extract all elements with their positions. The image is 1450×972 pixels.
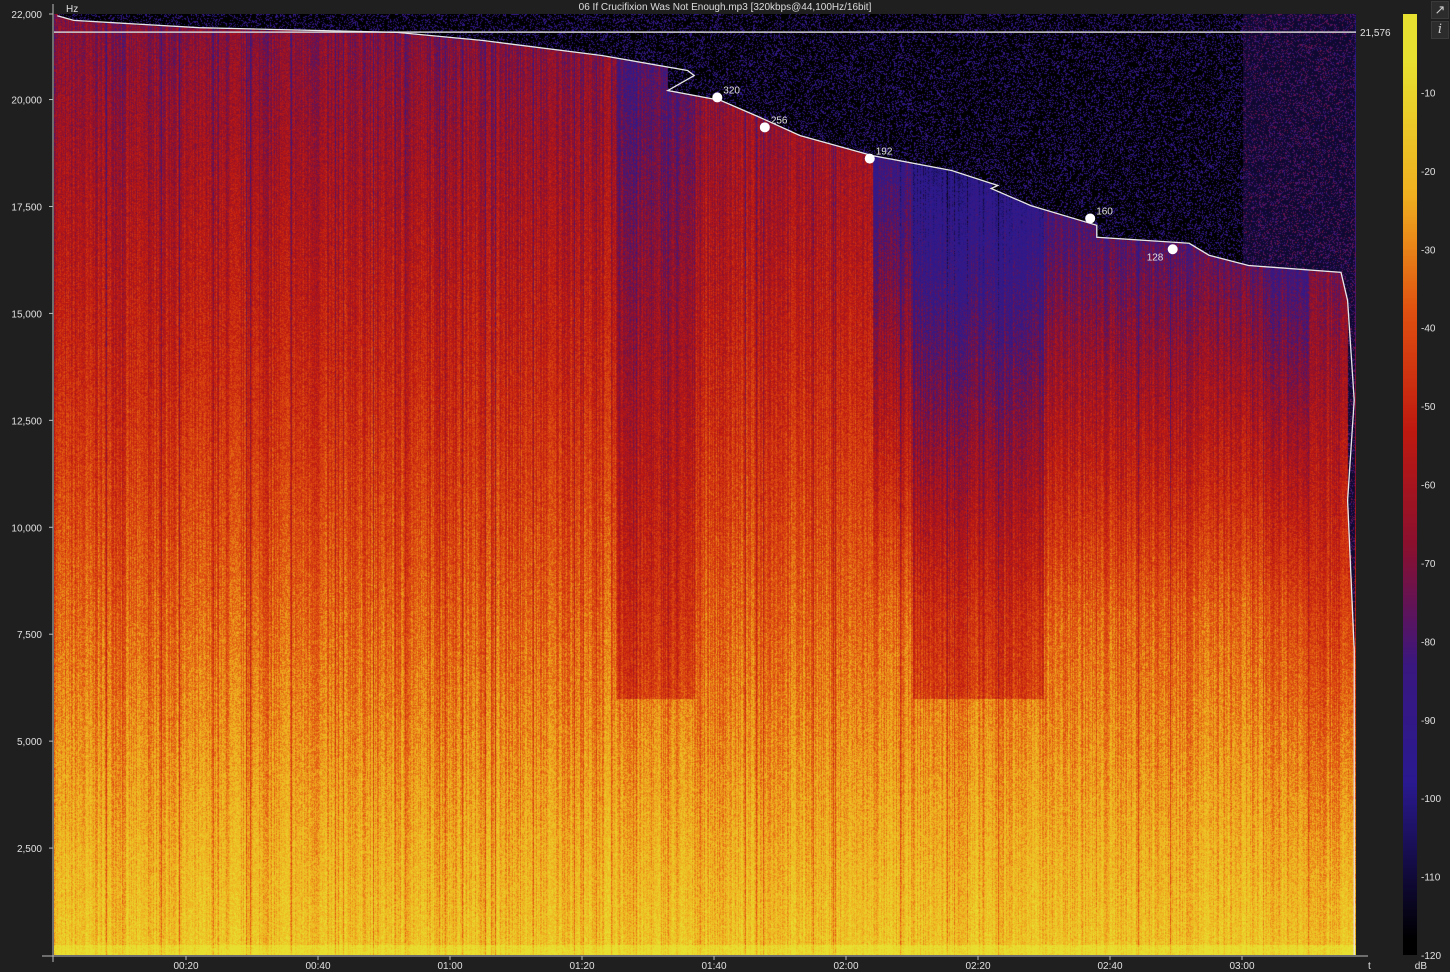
- colorbar-tick-label: -100: [1421, 794, 1441, 805]
- y-tick-label: 2,500: [17, 844, 42, 855]
- colorbar-tick-label: -120: [1421, 951, 1441, 962]
- x-tick-label: 02:00: [833, 961, 858, 972]
- cutoff-reference-label: 21,576: [1360, 28, 1391, 39]
- open-external-icon[interactable]: ↗: [1431, 1, 1449, 19]
- colorbar-tick-label: -30: [1421, 245, 1436, 256]
- y-tick-label: 5,000: [17, 737, 42, 748]
- colorbar-tick-label: -20: [1421, 167, 1436, 178]
- x-tick-label: 00:20: [173, 961, 198, 972]
- colorbar-tick-label: -60: [1421, 481, 1436, 492]
- y-tick-label: 7,500: [17, 630, 42, 641]
- y-axis-label: Hz: [66, 4, 78, 15]
- bitrate-marker-label: 192: [876, 147, 893, 158]
- bitrate-marker: [759, 122, 770, 133]
- y-tick-label: 20,000: [11, 96, 42, 107]
- x-tick-label: 02:40: [1097, 961, 1122, 972]
- cutoff-curve: [57, 15, 1355, 955]
- y-tick-label: 17,500: [11, 202, 42, 213]
- bitrate-marker-label: 160: [1096, 206, 1113, 217]
- colorbar-tick-label: -10: [1421, 88, 1436, 99]
- chart-overlay: Hz t dB 22,000 20,000 17,500 15,000 12,500 10,00…: [11, 4, 1441, 972]
- colorbar-tick-label: -50: [1421, 402, 1436, 413]
- bitrate-marker: [712, 92, 723, 103]
- colorbar-label: dB: [1415, 961, 1428, 972]
- x-tick-label: 01:40: [701, 961, 726, 972]
- bitrate-marker-label: 256: [771, 115, 788, 126]
- x-tick-label: 03:00: [1229, 961, 1254, 972]
- bitrate-marker: [1085, 213, 1096, 224]
- y-tick-label: 22,000: [11, 10, 42, 21]
- x-tick-label: 01:20: [569, 961, 594, 972]
- bitrate-marker-label: 128: [1147, 252, 1164, 263]
- colorbar-tick-label: -70: [1421, 559, 1436, 570]
- bitrate-marker: [1167, 244, 1178, 255]
- colorbar-tick-label: -40: [1421, 324, 1436, 335]
- y-tick-label: 15,000: [11, 309, 42, 320]
- x-axis-label: t: [1368, 961, 1371, 972]
- x-tick-label: 02:20: [965, 961, 990, 972]
- colorbar-tick-label: -110: [1421, 873, 1441, 884]
- y-tick-label: 10,000: [11, 523, 42, 534]
- x-tick-label: 01:00: [437, 961, 462, 972]
- bitrate-marker: [864, 153, 875, 164]
- info-icon[interactable]: i: [1431, 21, 1449, 39]
- y-tick-label: 12,500: [11, 416, 42, 427]
- colorbar-tick-label: -80: [1421, 637, 1436, 648]
- x-tick-label: 00:40: [305, 961, 330, 972]
- bitrate-marker-label: 320: [723, 85, 740, 96]
- colorbar-tick-label: -90: [1421, 716, 1436, 727]
